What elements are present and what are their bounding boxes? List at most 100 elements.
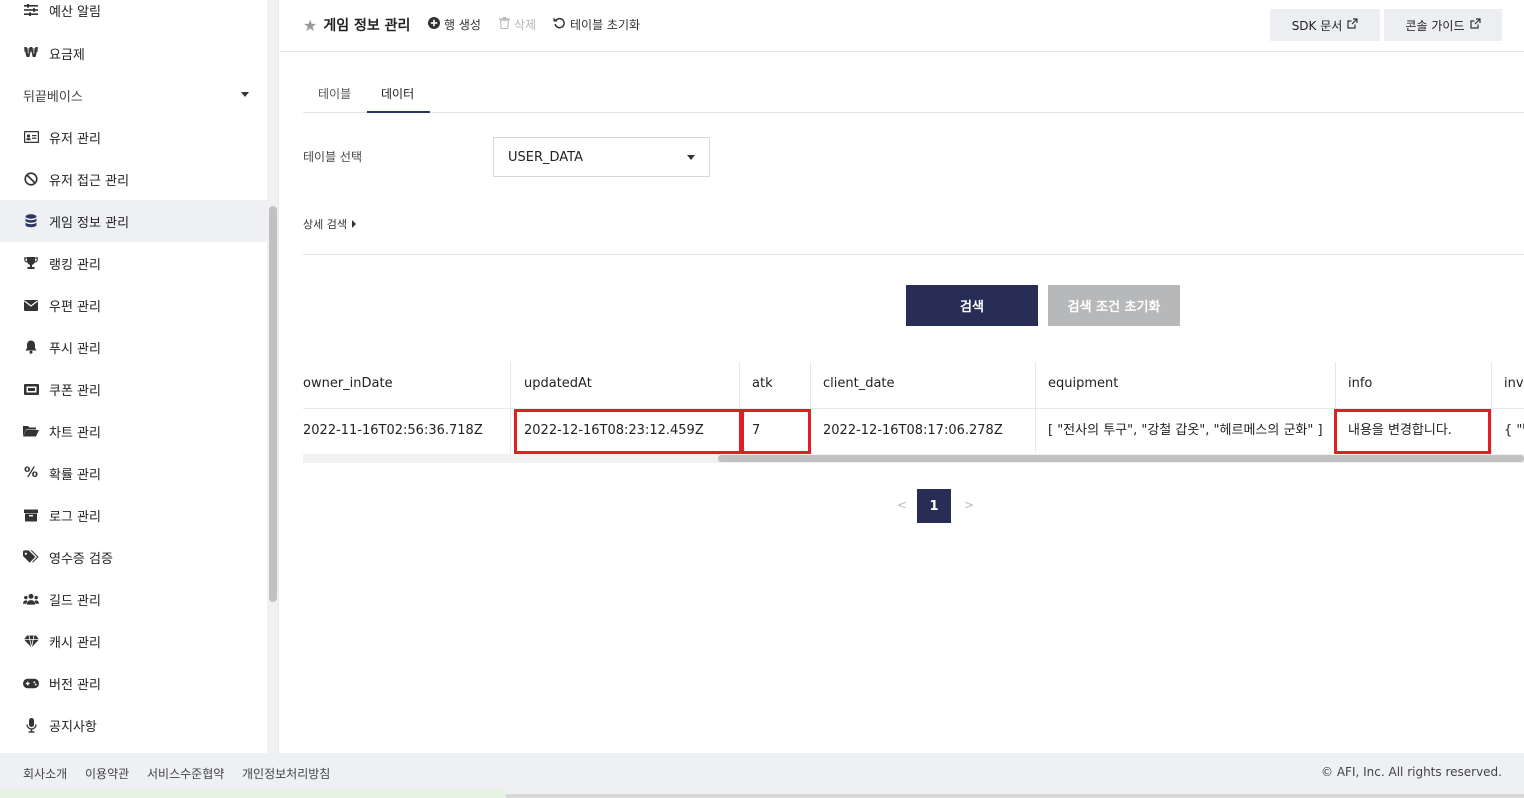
folder-open-icon [23,423,39,439]
reset-conditions-button[interactable]: 검색 조건 초기화 [1048,285,1180,326]
sidebar-item-game-info[interactable]: 게임 정보 관리 [0,200,267,242]
sidebar-item-label: 확률 관리 [49,467,101,483]
sidebar-item-notice[interactable]: 공지사항 [0,704,267,746]
sdk-doc-label: SDK 문서 [1291,18,1343,33]
external-link-icon [1469,18,1481,32]
won-icon: ₩ [23,45,39,61]
create-row-label: 행 생성 [444,18,481,32]
delete-button[interactable]: 삭제 [499,16,536,33]
database-icon [23,213,39,229]
tags-icon [23,549,39,565]
gamepad-icon [23,675,39,691]
table-select-dropdown[interactable]: USER_DATA [493,137,710,177]
page-scrollbar[interactable] [506,794,1524,798]
envelope-icon [23,297,39,313]
cell-client-date[interactable]: 2022-12-16T08:17:06.278Z [811,409,1036,453]
table-select-value: USER_DATA [508,149,584,165]
gem-icon [23,633,39,649]
microphone-icon [23,717,39,733]
sidebar-item-user-management[interactable]: 유저 관리 [0,116,267,158]
page-title-text: 게임 정보 관리 [323,18,411,34]
sidebar-item-version[interactable]: 버전 관리 [0,662,267,704]
external-link-icon [1347,18,1358,32]
users-icon [23,591,39,607]
create-row-button[interactable]: 행 생성 [428,16,481,33]
sidebar-item-cash[interactable]: 캐시 관리 [0,620,267,662]
tab-bar: 테이블 데이터 [303,80,1524,113]
sidebar-item-label: 공지사항 [49,719,97,735]
reset-table-label: 테이블 초기화 [570,18,641,32]
footer-link-privacy[interactable]: 개인정보처리방침 [242,765,330,782]
data-grid: owner_inDate updatedAt atk client_date e… [303,362,1524,454]
cell-owner-indate[interactable]: 2022-11-16T02:56:36.718Z [303,409,511,453]
archive-icon [23,507,39,523]
sidebar-item-label: 유저 접근 관리 [49,173,130,189]
sidebar-item-mail[interactable]: 우편 관리 [0,284,267,326]
sidebar-item-label: 쿠폰 관리 [49,383,101,399]
sidebar-item-label: 우편 관리 [49,299,101,315]
caret-right-icon [351,220,356,228]
sidebar-item-receipt[interactable]: 영수증 검증 [0,536,267,578]
star-icon[interactable]: ★ [303,16,317,35]
footer: 회사소개 이용약관 서비스수준협약 개인정보처리방침 © AFI, Inc. A… [0,753,1524,798]
bell-icon [23,339,39,355]
console-guide-button[interactable]: 콘솔 가이드 [1384,9,1502,41]
sidebar-item-label: 차트 관리 [49,425,101,441]
console-guide-label: 콘솔 가이드 [1405,18,1465,33]
search-button[interactable]: 검색 [906,285,1038,326]
pagination-prev[interactable]: < [897,498,907,512]
delete-label: 삭제 [514,18,537,32]
column-header-updatedat[interactable]: updatedAt [512,362,740,408]
sidebar-scrollbar-thumb[interactable] [269,206,277,602]
tab-data[interactable]: 데이터 [367,80,430,113]
reset-table-button[interactable]: 테이블 초기화 [553,16,640,33]
sidebar-item-budget-alert[interactable]: 예산 알림 [0,0,267,31]
sidebar-item-label: 버전 관리 [49,677,101,693]
trash-icon [499,16,510,33]
sidebar-item-ranking[interactable]: 랭킹 관리 [0,242,267,284]
grid-scrollbar-thumb[interactable] [718,455,1524,462]
undo-icon [553,16,566,33]
tab-table[interactable]: 테이블 [318,80,351,113]
sidebar-item-label: 요금제 [49,47,85,63]
sidebar-item-label: 게임 정보 관리 [49,215,130,231]
plus-circle-icon [428,16,440,33]
status-strip [0,789,506,798]
sidebar-item-guild[interactable]: 길드 관리 [0,578,267,620]
column-header-equipment[interactable]: equipment [1036,362,1336,408]
sidebar-item-label: 캐시 관리 [49,635,101,651]
id-card-icon [23,129,39,145]
sdk-doc-button[interactable]: SDK 문서 [1270,9,1380,41]
cell-equipment[interactable]: [ "전사의 투구", "강철 갑옷", "헤르메스의 군화" ] [1036,409,1336,453]
ticket-icon [23,381,39,397]
column-header-atk[interactable]: atk [740,362,811,408]
sidebar-item-pricing[interactable]: ₩ 요금제 [0,32,267,74]
column-header-inventory[interactable]: inventory [1492,362,1524,408]
sidebar-item-push[interactable]: 푸시 관리 [0,326,267,368]
divider [303,254,1524,255]
sidebar-item-coupon[interactable]: 쿠폰 관리 [0,368,267,410]
trophy-icon [23,255,39,271]
highlight-box-updatedat [514,409,742,454]
pagination-next[interactable]: > [964,498,974,512]
sidebar-section-backend-base[interactable]: 뒤끝베이스 [0,74,267,116]
column-header-owner-indate[interactable]: owner_inDate [303,362,511,408]
sidebar-item-user-access[interactable]: 유저 접근 관리 [0,158,267,200]
sidebar-item-probability[interactable]: % 확률 관리 [0,452,267,494]
sidebar-item-chart[interactable]: 차트 관리 [0,410,267,452]
cell-inventory[interactable]: { "빨 [1492,409,1524,453]
sidebar-item-label: 유저 관리 [49,131,101,147]
pagination-current-page[interactable]: 1 [917,489,951,523]
sidebar-item-label: 로그 관리 [49,509,101,525]
caret-down-icon [241,92,249,97]
advanced-search-toggle[interactable]: 상세 검색 [303,216,356,232]
sidebar-item-log[interactable]: 로그 관리 [0,494,267,536]
column-header-info[interactable]: info [1336,362,1492,408]
ban-icon [23,171,39,187]
footer-link-sla[interactable]: 서비스수준협약 [147,765,224,782]
column-header-client-date[interactable]: client_date [811,362,1036,408]
footer-link-company[interactable]: 회사소개 [23,765,67,782]
caret-down-icon [687,155,695,160]
page-title: ★ 게임 정보 관리 [303,15,410,35]
footer-link-terms[interactable]: 이용약관 [85,765,129,782]
